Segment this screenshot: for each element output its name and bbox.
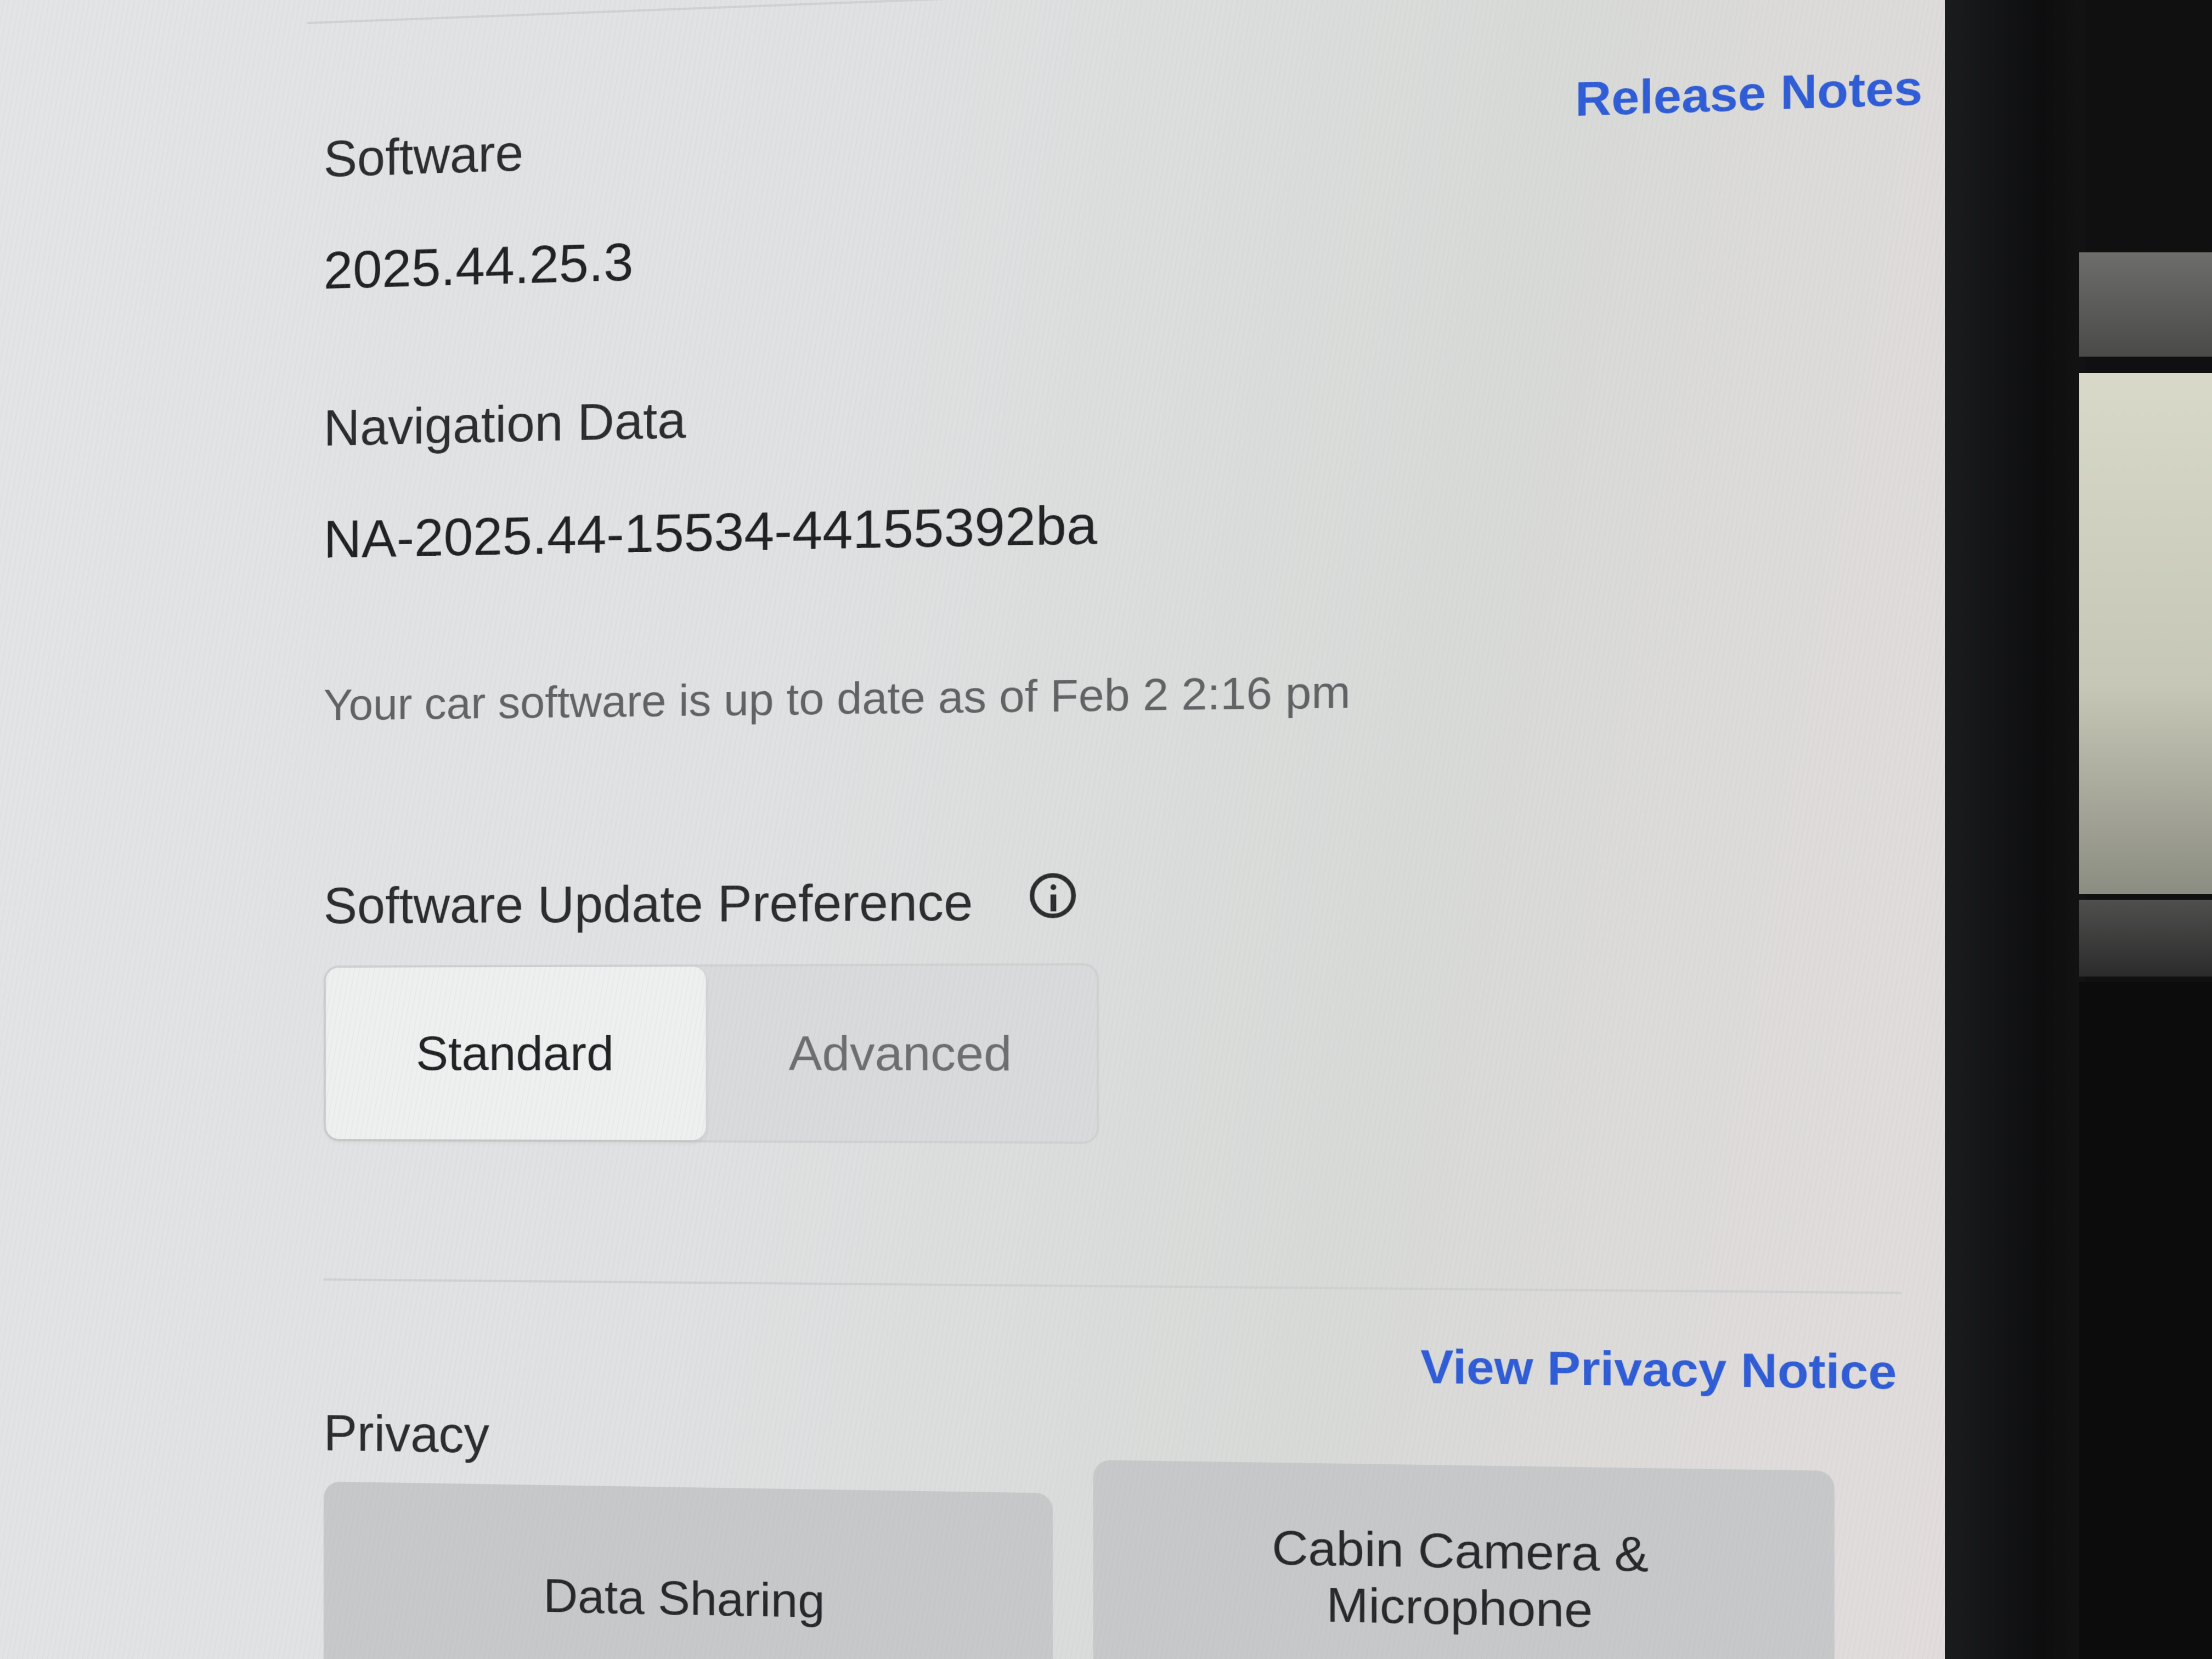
release-notes-link[interactable]: Release Notes bbox=[1575, 60, 1922, 127]
advanced-option[interactable]: Advanced bbox=[706, 966, 1097, 1142]
top-divider bbox=[307, 0, 1914, 24]
software-title: Software bbox=[324, 125, 523, 189]
view-privacy-notice-link[interactable]: View Privacy Notice bbox=[1420, 1339, 1897, 1401]
privacy-title: Privacy bbox=[324, 1404, 489, 1465]
background-band bbox=[2079, 900, 2212, 977]
update-status-text: Your car software is up to date as of Fe… bbox=[324, 666, 1351, 730]
navigation-data-value: NA-2025.44-15534-44155392ba bbox=[324, 494, 1097, 570]
update-preference-title: Software Update Preference bbox=[324, 873, 973, 935]
update-preference-selector: Standard Advanced bbox=[324, 963, 1099, 1144]
cabin-camera-label-line1: Cabin Camera & bbox=[1272, 1520, 1649, 1583]
privacy-divider bbox=[324, 1278, 1901, 1294]
info-icon-bar bbox=[1051, 894, 1056, 911]
info-icon[interactable] bbox=[1030, 873, 1076, 918]
info-icon-dot bbox=[1051, 884, 1056, 890]
data-sharing-button[interactable]: Data Sharing bbox=[324, 1481, 1053, 1659]
software-settings-panel: Software Release Notes 2025.44.25.3 Navi… bbox=[307, 0, 1914, 1659]
navigation-data-title: Navigation Data bbox=[324, 392, 686, 458]
background-band bbox=[2079, 373, 2212, 894]
background-band bbox=[2079, 252, 2212, 357]
background-band bbox=[2079, 982, 2212, 1659]
software-version: 2025.44.25.3 bbox=[324, 232, 633, 301]
standard-option[interactable]: Standard bbox=[326, 967, 706, 1141]
cabin-camera-microphone-button[interactable]: Cabin Camera & Microphone bbox=[1093, 1460, 1835, 1659]
cabin-camera-label-line2: Microphone bbox=[1327, 1577, 1593, 1639]
touchscreen: Software Release Notes 2025.44.25.3 Navi… bbox=[0, 0, 1945, 1659]
